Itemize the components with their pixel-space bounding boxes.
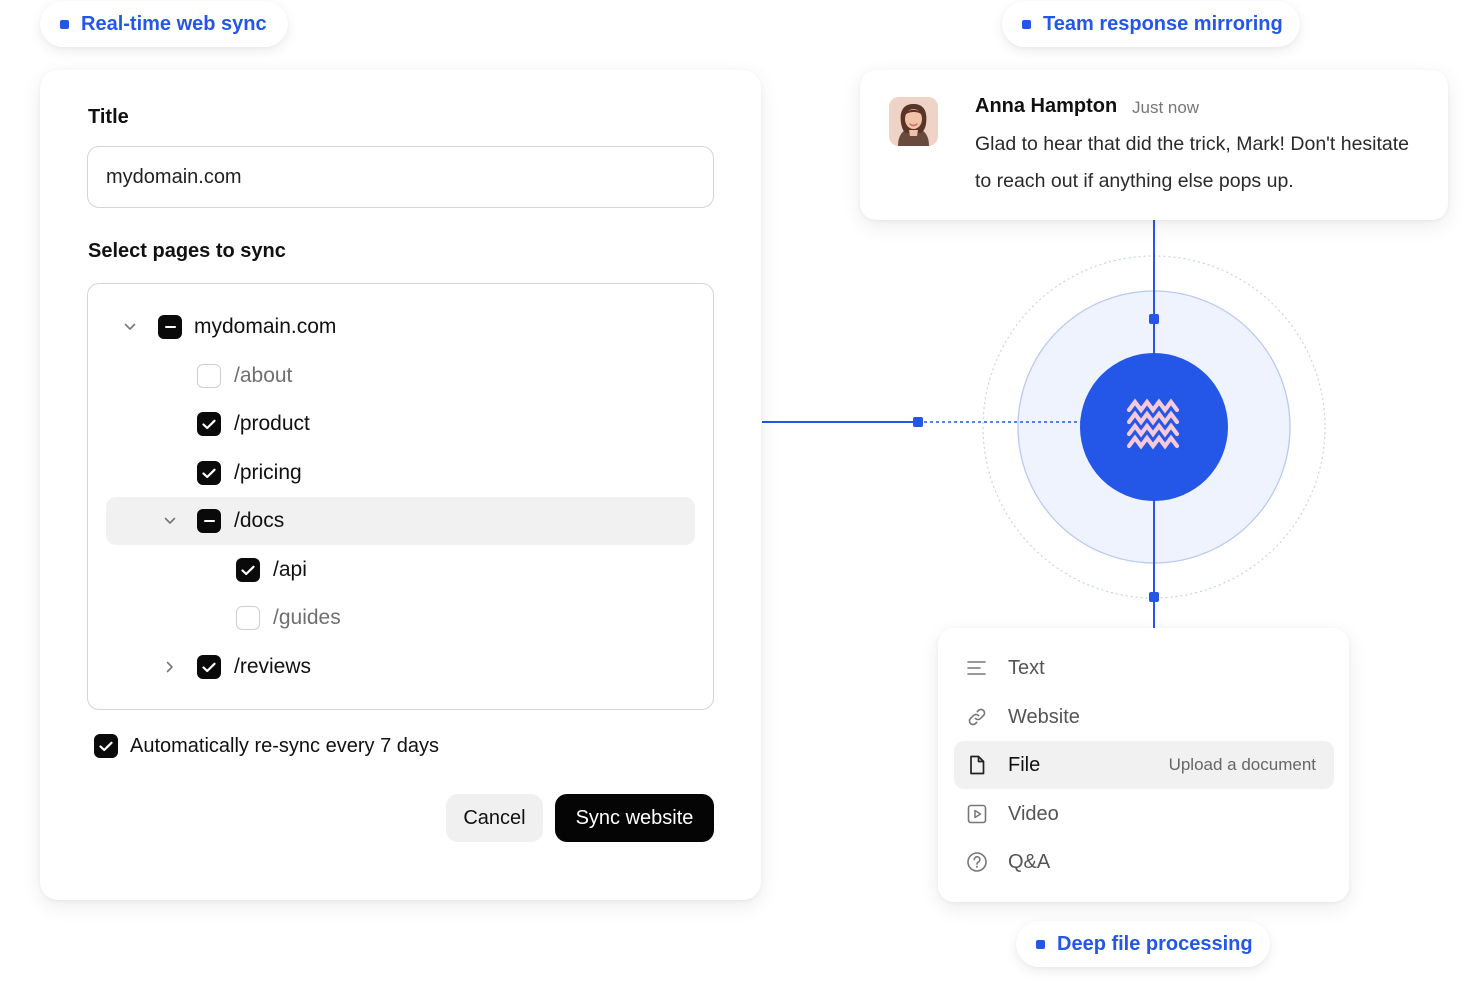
- feature-pill-web-sync: Real-time web sync: [40, 1, 288, 47]
- outer-dotted-ring: [982, 255, 1326, 599]
- title-label: Title: [88, 106, 129, 128]
- chevron-right-icon[interactable]: [163, 660, 177, 674]
- bullet-icon: [1036, 939, 1045, 949]
- tree-row-pricing[interactable]: /pricing: [88, 449, 688, 497]
- menu-item-label: Website: [1008, 705, 1080, 728]
- question-circle-icon: [967, 852, 987, 872]
- chat-message-card: Anna Hampton Just now Glad to hear that …: [860, 70, 1448, 220]
- menu-item-video[interactable]: Video: [954, 790, 1334, 838]
- check-icon: [202, 419, 216, 429]
- text-lines-icon: [967, 661, 986, 675]
- avatar: [889, 97, 938, 146]
- tree-row-label: /reviews: [234, 655, 312, 678]
- bullet-icon: [1022, 19, 1031, 29]
- checkbox-checked[interactable]: [197, 655, 221, 679]
- checkbox-unchecked[interactable]: [197, 364, 221, 388]
- hub-circle: [1080, 353, 1228, 501]
- tree-row-guides[interactable]: /guides: [88, 594, 688, 642]
- menu-item-website[interactable]: Website: [954, 693, 1334, 741]
- check-icon: [202, 468, 216, 478]
- chat-author-name: Anna Hampton: [975, 95, 1118, 117]
- file-icon: [970, 755, 985, 775]
- auto-resync-label: Automatically re-sync every 7 days: [130, 734, 440, 757]
- feature-pill-label: Team response mirroring: [1043, 12, 1283, 35]
- menu-item-qa[interactable]: Q&A: [954, 838, 1334, 886]
- link-icon: [968, 708, 986, 726]
- chevron-down-icon[interactable]: [123, 320, 137, 334]
- check-icon: [99, 741, 113, 751]
- sync-website-card: Title Select pages to sync mydomain.com …: [40, 70, 761, 900]
- menu-item-label: Video: [1008, 802, 1059, 825]
- feature-pill-file-processing: Deep file processing: [1016, 921, 1270, 967]
- menu-item-text[interactable]: Text: [954, 644, 1334, 692]
- checkbox-unchecked[interactable]: [236, 606, 260, 630]
- feature-pill-label: Deep file processing: [1057, 932, 1253, 955]
- source-type-menu: Text Website File Upload a document Vide…: [938, 628, 1349, 902]
- tree-row-label: /api: [273, 558, 307, 581]
- menu-item-hint: Upload a document: [1168, 755, 1316, 774]
- check-icon: [202, 662, 216, 672]
- menu-item-label: File: [1008, 753, 1041, 776]
- menu-item-label: Text: [1008, 656, 1045, 679]
- feature-pill-label: Real-time web sync: [81, 12, 267, 35]
- connector-node: [1149, 592, 1159, 602]
- connector-node: [913, 417, 923, 427]
- bullet-icon: [60, 19, 69, 29]
- tree-row-label: /about: [234, 364, 293, 387]
- tree-row-label: /product: [234, 412, 310, 435]
- tree-row-label: /guides: [273, 606, 341, 629]
- menu-item-label: Q&A: [1008, 850, 1051, 873]
- tree-row-product[interactable]: /product: [88, 400, 688, 448]
- auto-resync-option[interactable]: Automatically re-sync every 7 days: [94, 734, 439, 758]
- menu-item-file[interactable]: File Upload a document: [954, 741, 1334, 789]
- checkbox-checked[interactable]: [197, 412, 221, 436]
- select-pages-label: Select pages to sync: [88, 240, 286, 262]
- connector-node: [1149, 314, 1159, 324]
- title-input[interactable]: [87, 146, 714, 208]
- pages-tree: mydomain.com /about /product /pricing /d…: [87, 283, 714, 710]
- tree-row-root[interactable]: mydomain.com: [88, 303, 688, 351]
- checkbox-checked[interactable]: [197, 461, 221, 485]
- chevron-down-icon[interactable]: [163, 514, 177, 528]
- tree-row-label: /docs: [234, 509, 285, 532]
- inner-ring: [1017, 290, 1291, 564]
- cancel-button[interactable]: Cancel: [446, 794, 543, 842]
- sync-website-button[interactable]: Sync website: [555, 794, 714, 842]
- chat-timestamp: Just now: [1132, 98, 1200, 117]
- check-icon: [241, 565, 255, 575]
- tree-row-docs[interactable]: /docs: [106, 497, 695, 545]
- checkbox-checked[interactable]: [236, 558, 260, 582]
- brand-logo-icon: [1126, 398, 1180, 450]
- tree-row-about[interactable]: /about: [88, 352, 688, 400]
- auto-resync-checkbox[interactable]: [94, 734, 118, 758]
- tree-row-label: mydomain.com: [194, 315, 337, 338]
- video-icon: [967, 804, 987, 824]
- checkbox-indeterminate[interactable]: [197, 509, 221, 533]
- tree-row-label: /pricing: [234, 461, 302, 484]
- tree-row-api[interactable]: /api: [88, 546, 688, 594]
- checkbox-indeterminate[interactable]: [158, 315, 182, 339]
- chat-message-text: Glad to hear that did the trick, Mark! D…: [975, 133, 1410, 192]
- tree-row-reviews[interactable]: /reviews: [88, 643, 688, 691]
- feature-pill-team-mirroring: Team response mirroring: [1002, 1, 1300, 47]
